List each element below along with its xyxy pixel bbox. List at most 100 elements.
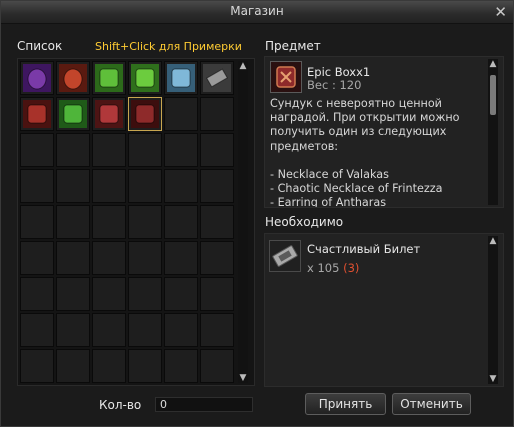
red-box-icon: [131, 100, 159, 128]
scroll-up-icon[interactable]: ▲: [488, 236, 498, 246]
empty-slot[interactable]: [20, 205, 54, 239]
required-panel: Счастливый Билет x 105 (3) ▲ ▼: [264, 233, 504, 387]
item-slot[interactable]: [128, 97, 162, 131]
quantity-label: Кол-во: [99, 398, 142, 412]
empty-slot[interactable]: [20, 277, 54, 311]
green-scroll-icon: [95, 64, 123, 92]
red-box-icon: [95, 100, 123, 128]
empty-slot[interactable]: [164, 349, 198, 383]
scroll-down-icon[interactable]: ▼: [238, 373, 248, 383]
empty-slot[interactable]: [128, 169, 162, 203]
red-box-icon: [23, 100, 51, 128]
cancel-button[interactable]: Отменить: [392, 393, 471, 415]
empty-slot[interactable]: [92, 241, 126, 275]
green-scroll-icon: [59, 100, 87, 128]
empty-slot[interactable]: [200, 205, 234, 239]
required-scrollbar[interactable]: ▲ ▼: [488, 236, 498, 384]
empty-slot[interactable]: [164, 205, 198, 239]
empty-slot[interactable]: [128, 349, 162, 383]
required-label: Необходимо: [265, 215, 344, 229]
close-icon[interactable]: ✕: [494, 3, 507, 21]
item-slot[interactable]: [56, 61, 90, 95]
empty-slot[interactable]: [56, 169, 90, 203]
empty-slot[interactable]: [92, 313, 126, 347]
purple-gem-icon: [23, 64, 51, 92]
epic-box-icon: [270, 61, 302, 93]
list-label: Список: [17, 39, 63, 53]
empty-slot[interactable]: [200, 313, 234, 347]
empty-slot[interactable]: [128, 241, 162, 275]
description-line: - Necklace of Valakas: [270, 168, 389, 182]
grid-scrollbar[interactable]: ▲ ▼: [238, 61, 248, 383]
item-description: Сундук с невероятно ценной наградой. При …: [270, 97, 485, 208]
description-line: предметов:: [270, 139, 339, 153]
empty-slot[interactable]: [128, 133, 162, 167]
empty-slot[interactable]: [92, 133, 126, 167]
empty-slot[interactable]: [20, 133, 54, 167]
quantity-input[interactable]: 0: [155, 397, 253, 412]
empty-slot[interactable]: [92, 349, 126, 383]
item-slot[interactable]: [92, 61, 126, 95]
accept-button[interactable]: Принять: [305, 393, 386, 415]
required-quantity: x 105 (3): [307, 261, 360, 275]
empty-slot[interactable]: [200, 277, 234, 311]
empty-slot[interactable]: [56, 241, 90, 275]
empty-slot[interactable]: [200, 349, 234, 383]
item-grid-panel: [17, 58, 255, 386]
empty-slot[interactable]: [164, 133, 198, 167]
empty-slot[interactable]: [20, 349, 54, 383]
item-slot[interactable]: [92, 97, 126, 131]
empty-slot[interactable]: [200, 169, 234, 203]
item-panel-label: Предмет: [265, 39, 321, 53]
scroll-thumb[interactable]: [490, 75, 496, 115]
item-weight: Вес : 120: [307, 78, 362, 92]
empty-slot[interactable]: [164, 313, 198, 347]
empty-slot[interactable]: [164, 277, 198, 311]
empty-slot[interactable]: [164, 169, 198, 203]
empty-slot[interactable]: [56, 349, 90, 383]
empty-slot[interactable]: [92, 205, 126, 239]
empty-slot[interactable]: [20, 241, 54, 275]
item-slot[interactable]: [20, 61, 54, 95]
scroll-down-icon[interactable]: ▼: [488, 374, 498, 384]
description-line: получить один из следующих: [270, 125, 447, 139]
shop-window: Магазин ✕ Список Shift+Click для Примерк…: [0, 0, 514, 427]
item-details-panel: Epic Boxx1 Вес : 120 Сундук с невероятно…: [264, 56, 504, 208]
description-line: наградой. При открытии можно: [270, 111, 460, 125]
empty-slot[interactable]: [56, 313, 90, 347]
empty-slot[interactable]: [128, 277, 162, 311]
window-title: Магазин: [230, 4, 284, 18]
item-slot[interactable]: [128, 61, 162, 95]
item-slot[interactable]: [200, 61, 234, 95]
empty-slot[interactable]: [20, 313, 54, 347]
green-scroll-icon: [131, 64, 159, 92]
empty-slot[interactable]: [92, 277, 126, 311]
empty-slot[interactable]: [56, 277, 90, 311]
empty-slot[interactable]: [164, 241, 198, 275]
empty-slot[interactable]: [92, 169, 126, 203]
empty-slot[interactable]: [200, 241, 234, 275]
empty-slot[interactable]: [128, 313, 162, 347]
description-line: Сундук с невероятно ценной: [270, 97, 442, 110]
description-line: - Earring of Antharas: [270, 196, 387, 208]
empty-slot[interactable]: [128, 205, 162, 239]
title-bar[interactable]: Магазин ✕: [1, 1, 513, 24]
item-slot[interactable]: [20, 97, 54, 131]
description-line: - Chaotic Necklace of Frintezza: [270, 182, 443, 196]
item-name: Epic Boxx1: [307, 65, 371, 79]
empty-slot[interactable]: [164, 97, 198, 131]
empty-slot[interactable]: [200, 133, 234, 167]
empty-slot[interactable]: [56, 133, 90, 167]
shift-click-hint: Shift+Click для Примерки: [95, 40, 242, 53]
details-scrollbar[interactable]: ▲: [488, 59, 498, 205]
item-slot[interactable]: [56, 97, 90, 131]
owned-quantity: (3): [343, 261, 360, 275]
empty-slot[interactable]: [200, 97, 234, 131]
scroll-up-icon[interactable]: ▲: [238, 61, 248, 71]
scroll-up-icon[interactable]: ▲: [488, 59, 498, 69]
empty-slot[interactable]: [56, 205, 90, 239]
empty-slot[interactable]: [20, 169, 54, 203]
red-gem-icon: [59, 64, 87, 92]
item-slot[interactable]: [164, 61, 198, 95]
item-grid: [20, 61, 234, 383]
